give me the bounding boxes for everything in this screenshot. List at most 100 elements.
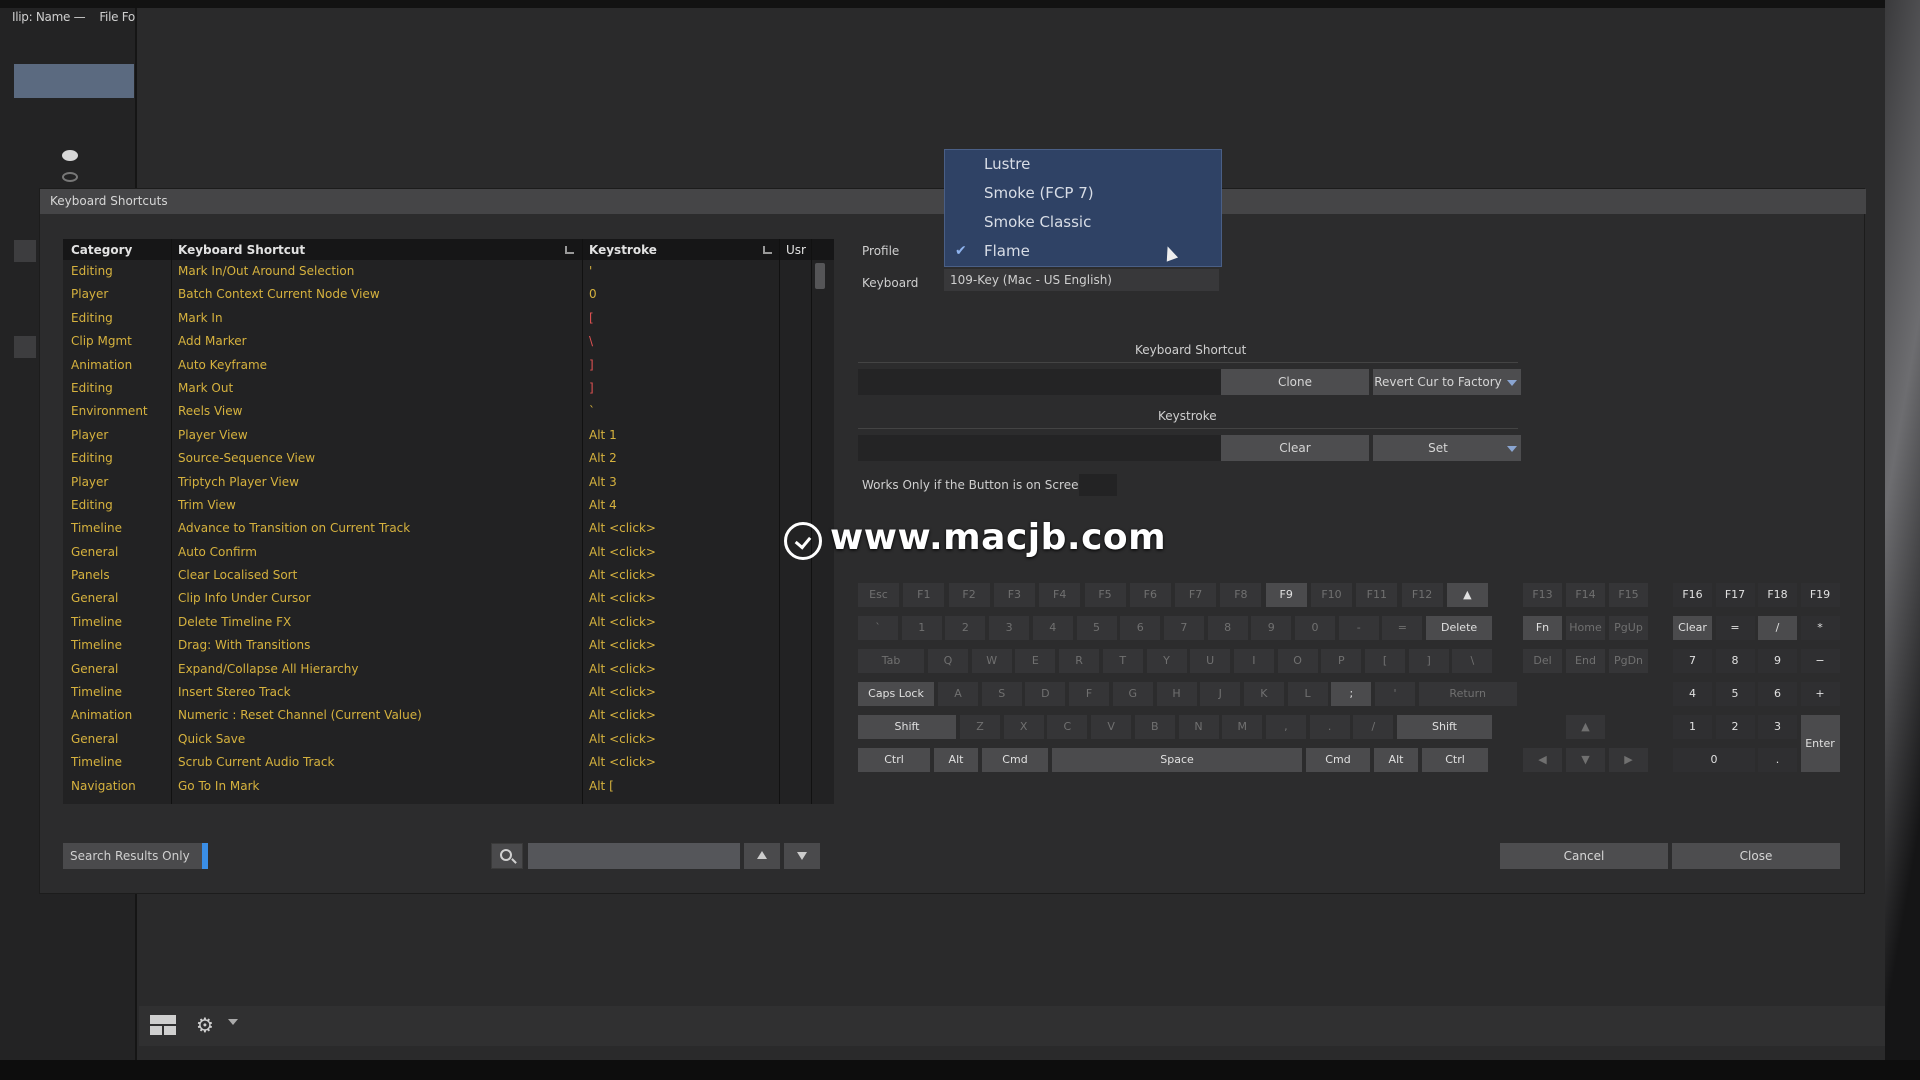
key-f[interactable]: F [1069,682,1110,706]
key-5[interactable]: 5 [1715,682,1755,706]
key-y[interactable]: Y [1146,649,1187,673]
left-panel-tab[interactable] [14,336,36,358]
key-f4[interactable]: F4 [1039,583,1081,607]
key-[interactable]: = [1715,616,1755,640]
close-button[interactable]: Close [1672,843,1840,869]
key-3[interactable]: 3 [989,616,1030,640]
key-4[interactable]: 4 [1032,616,1073,640]
eye-hidden-icon[interactable] [62,172,78,182]
key-ctrl[interactable]: Ctrl [1422,748,1488,772]
key-[interactable]: - [1338,616,1379,640]
key-0[interactable]: 0 [1673,748,1755,772]
key-f15[interactable]: F15 [1609,583,1648,607]
key-g[interactable]: G [1112,682,1153,706]
key-[interactable]: * [1800,616,1840,640]
key-[interactable]: . [1309,715,1350,739]
profile-option-smoke-classic[interactable]: Smoke Classic [984,213,1091,231]
key-7[interactable]: 7 [1673,649,1712,673]
key-0[interactable]: 0 [1295,616,1335,640]
key-f19[interactable]: F19 [1800,583,1840,607]
key-c[interactable]: C [1047,715,1088,739]
key-delete[interactable]: Delete [1426,616,1493,640]
key-5[interactable]: 5 [1076,616,1117,640]
key-h[interactable]: H [1156,682,1197,706]
key-8[interactable]: 8 [1207,616,1248,640]
key-s[interactable]: S [981,682,1022,706]
key-f1[interactable]: F1 [903,583,945,607]
key-[interactable]: \ [1452,649,1493,673]
key-pgdn[interactable]: PgDn [1609,649,1648,673]
key-e[interactable]: E [1015,649,1056,673]
key-f17[interactable]: F17 [1715,583,1755,607]
key-esc[interactable]: Esc [858,583,899,607]
key-pgup[interactable]: PgUp [1609,616,1648,640]
key-[interactable]: + [1800,682,1840,706]
key-[interactable]: ; [1331,682,1372,706]
cancel-button[interactable]: Cancel [1500,843,1668,869]
key-7[interactable]: 7 [1163,616,1204,640]
key-[interactable]: / [1353,715,1394,739]
key-[interactable]: ▼ [1566,748,1605,772]
key-f10[interactable]: F10 [1311,583,1352,607]
key-r[interactable]: R [1059,649,1100,673]
key-[interactable]: ▲ [1446,583,1488,607]
key-x[interactable]: X [1003,715,1044,739]
key-f14[interactable]: F14 [1566,583,1605,607]
key-[interactable]: ▶ [1609,748,1648,772]
key-cmd[interactable]: Cmd [982,748,1048,772]
key-a[interactable]: A [938,682,978,706]
key-q[interactable]: Q [928,649,968,673]
key-[interactable]: − [1800,649,1840,673]
key-f12[interactable]: F12 [1401,583,1443,607]
key-t[interactable]: T [1102,649,1143,673]
key-del[interactable]: Del [1523,649,1562,673]
key-[interactable]: , [1265,715,1306,739]
key-[interactable]: . [1758,748,1797,772]
key-f7[interactable]: F7 [1175,583,1217,607]
key-[interactable]: ] [1408,649,1449,673]
key-f2[interactable]: F2 [948,583,990,607]
key-f11[interactable]: F11 [1356,583,1398,607]
key-ctrl[interactable]: Ctrl [858,748,930,772]
key-fn[interactable]: Fn [1523,616,1562,640]
key-clear[interactable]: Clear [1673,616,1712,640]
key-enter[interactable]: Enter [1800,715,1840,772]
key-3[interactable]: 3 [1758,715,1797,739]
key-[interactable]: = [1382,616,1423,640]
key-f13[interactable]: F13 [1523,583,1562,607]
key-k[interactable]: K [1243,682,1284,706]
key-[interactable]: ▲ [1566,715,1605,739]
key-[interactable]: / [1758,616,1797,640]
key-f6[interactable]: F6 [1129,583,1171,607]
key-cmd[interactable]: Cmd [1306,748,1370,772]
key-n[interactable]: N [1178,715,1219,739]
key-1[interactable]: 1 [1673,715,1712,739]
key-d[interactable]: D [1025,682,1066,706]
key-2[interactable]: 2 [945,616,986,640]
key-end[interactable]: End [1566,649,1605,673]
key-2[interactable]: 2 [1715,715,1755,739]
left-panel-slot[interactable] [14,64,134,98]
file-format-column[interactable]: File Fo [99,10,135,24]
key-alt[interactable]: Alt [934,748,978,772]
key-m[interactable]: M [1222,715,1263,739]
profile-option-lustre[interactable]: Lustre [984,155,1030,173]
chevron-down-icon[interactable] [228,1019,238,1025]
key-alt[interactable]: Alt [1374,748,1418,772]
key-u[interactable]: U [1190,649,1231,673]
key-l[interactable]: L [1287,682,1328,706]
key-shift[interactable]: Shift [1397,715,1492,739]
key-tab[interactable]: Tab [858,649,924,673]
key-v[interactable]: V [1091,715,1132,739]
key-4[interactable]: 4 [1673,682,1712,706]
key-return[interactable]: Return [1418,682,1517,706]
key-f5[interactable]: F5 [1084,583,1126,607]
key-[interactable]: [ [1365,649,1405,673]
key-6[interactable]: 6 [1120,616,1161,640]
key-9[interactable]: 9 [1251,616,1292,640]
layout-icon[interactable] [150,1015,176,1035]
key-[interactable]: ` [858,616,898,640]
key-f9[interactable]: F9 [1265,583,1307,607]
key-1[interactable]: 1 [901,616,942,640]
profile-option-flame[interactable]: Flame [984,242,1030,260]
